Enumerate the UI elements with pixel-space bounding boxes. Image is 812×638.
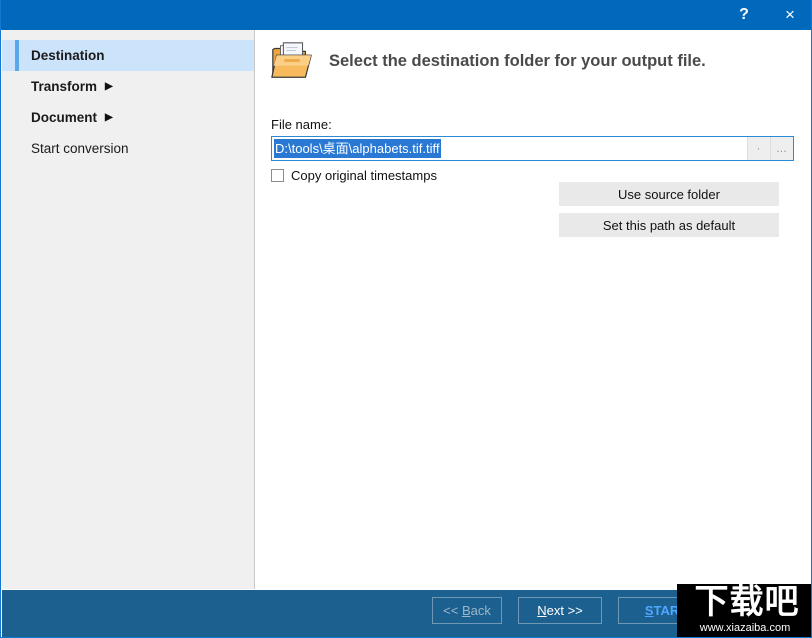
use-source-folder-button[interactable]: Use source folder bbox=[559, 182, 779, 206]
path-dot-button[interactable]: · bbox=[747, 137, 770, 160]
browse-folder-button[interactable]: … bbox=[770, 137, 793, 160]
copy-timestamps-row[interactable]: Copy original timestamps bbox=[271, 168, 437, 183]
sidebar-item-label: Start conversion bbox=[31, 141, 129, 156]
watermark-url-text: www.xiazaiba.com bbox=[699, 622, 791, 634]
file-name-value: D:\tools\桌面\alphabets.tif.tiff bbox=[274, 139, 441, 158]
file-name-label: File name: bbox=[271, 117, 332, 132]
sidebar-item-transform[interactable]: Transform ▶ bbox=[2, 71, 254, 102]
sidebar-item-label: Transform bbox=[31, 79, 98, 94]
application-window: ? × Destination Transform ▶ Document ▶ S… bbox=[0, 0, 812, 638]
next-button[interactable]: Next >> bbox=[518, 597, 602, 624]
window-controls: ? × bbox=[721, 0, 811, 30]
sidebar-item-label: Document bbox=[31, 110, 98, 125]
open-folder-icon bbox=[271, 42, 312, 78]
page-title: Select the destination folder for your o… bbox=[329, 51, 706, 70]
set-path-default-button[interactable]: Set this path as default bbox=[559, 213, 779, 237]
back-button[interactable]: << Back bbox=[432, 597, 502, 624]
copy-timestamps-label: Copy original timestamps bbox=[291, 168, 437, 183]
content-pane: Select the destination folder for your o… bbox=[256, 30, 811, 589]
site-watermark: 下载吧 www.xiazaiba.com bbox=[677, 584, 811, 637]
watermark-logo-text: 下载吧 bbox=[694, 584, 800, 621]
sidebar-item-label: Destination bbox=[31, 48, 105, 63]
chevron-right-icon: ▶ bbox=[105, 80, 113, 92]
chevron-right-icon: ▶ bbox=[105, 111, 113, 123]
destination-actions: Use source folder Set this path as defau… bbox=[559, 182, 779, 244]
sidebar-top-spacer bbox=[2, 30, 254, 40]
sidebar: Destination Transform ▶ Document ▶ Start… bbox=[2, 30, 255, 589]
file-name-input[interactable]: D:\tools\桌面\alphabets.tif.tiff bbox=[272, 137, 747, 160]
file-name-field[interactable]: D:\tools\桌面\alphabets.tif.tiff · … bbox=[271, 136, 794, 161]
close-icon[interactable]: × bbox=[767, 0, 811, 30]
page-header: Select the destination folder for your o… bbox=[269, 38, 706, 84]
sidebar-item-document[interactable]: Document ▶ bbox=[2, 102, 254, 133]
sidebar-item-destination[interactable]: Destination bbox=[2, 40, 254, 71]
sidebar-item-start-conversion[interactable]: Start conversion bbox=[2, 133, 254, 164]
title-bar: ? × bbox=[1, 0, 811, 30]
help-icon[interactable]: ? bbox=[721, 0, 767, 30]
copy-timestamps-checkbox[interactable] bbox=[271, 169, 284, 182]
wizard-navigation: << Back Next >> S TART bbox=[432, 597, 714, 624]
